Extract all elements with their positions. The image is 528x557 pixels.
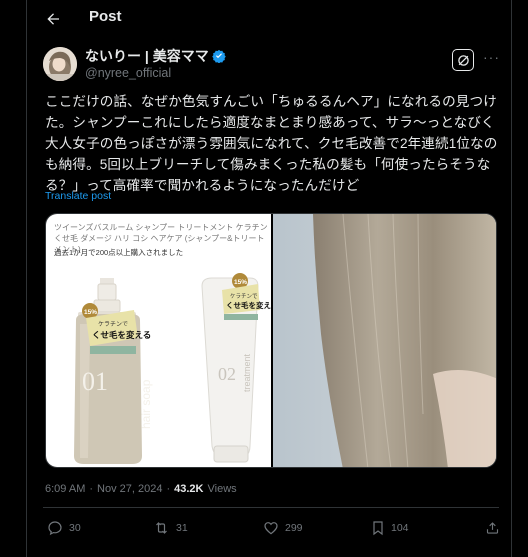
more-options-button[interactable]: ··· <box>483 50 499 68</box>
tube-vertical-label: treatment <box>242 353 252 392</box>
hair-photo-illustration <box>273 214 496 467</box>
divider <box>43 507 499 508</box>
tube-tag-2: くせ毛を変える <box>226 300 271 310</box>
grok-icon <box>457 54 469 66</box>
bookmark-count: 104 <box>391 522 409 534</box>
meta-separator: · <box>89 483 94 495</box>
bottle-number: 01 <box>82 367 108 396</box>
repost-count: 31 <box>176 522 188 534</box>
reply-icon <box>48 521 62 536</box>
action-bar: 30 31 299 104 <box>45 520 501 542</box>
bookmark-button[interactable]: 104 <box>371 520 409 536</box>
top-bar: Post <box>27 0 513 36</box>
post-text: ここだけの話、なぜか色気すんごい「ちゅるるんヘア」になれるの見つけた。シャンプー… <box>45 94 498 193</box>
back-button[interactable] <box>41 7 65 31</box>
bottle-vertical-label: hair soap <box>139 379 153 429</box>
post-time[interactable]: 6:09 AM <box>45 483 85 495</box>
views-count[interactable]: 43.2K <box>174 483 203 495</box>
arrow-left-icon <box>47 13 59 25</box>
tube-number: 02 <box>218 364 236 384</box>
verified-badge-icon <box>211 49 226 63</box>
avatar-photo <box>43 47 77 81</box>
like-count: 299 <box>285 522 303 534</box>
like-button[interactable]: 299 <box>263 520 303 536</box>
tube-tag-1: ケラチンで <box>230 293 258 300</box>
tube-badge: 15% <box>234 279 247 286</box>
translate-post-link[interactable]: Translate post <box>45 190 111 202</box>
reply-count: 30 <box>69 522 81 534</box>
shampoo-bottle-illustration: 01 hair soap 15% ケラチンで くせ毛を変える 02 treatm… <box>74 273 271 464</box>
share-button[interactable] <box>485 520 500 536</box>
product-image[interactable]: ツイーンズバスルーム シャンプー トリートメント ケラチン くせ毛 ダメージ ハ… <box>46 214 271 467</box>
repost-button[interactable]: 31 <box>153 520 188 536</box>
bottle-tag-2: くせ毛を変える <box>92 330 151 340</box>
bottle-badge: 15% <box>84 309 97 316</box>
ellipsis-icon: ··· <box>483 49 500 65</box>
reply-button[interactable]: 30 <box>47 520 81 536</box>
share-icon <box>486 522 499 534</box>
post-detail-column: Post ないりー | 美容ママ @nyree_official ··· ここだ… <box>26 0 512 557</box>
meta-separator: · <box>166 483 171 495</box>
bottle-tag-1: ケラチンで <box>98 321 128 328</box>
author-block: ないりー | 美容ママ @nyree_official <box>85 47 226 80</box>
author-name[interactable]: ないりー | 美容ママ <box>85 46 209 66</box>
repost-icon <box>156 522 167 534</box>
page-title: Post <box>89 8 122 25</box>
grok-button[interactable] <box>452 49 474 71</box>
post-meta: 6:09 AM · Nov 27, 2024 · 43.2K Views <box>45 483 237 495</box>
hair-photo[interactable] <box>273 214 496 467</box>
heart-icon <box>264 522 278 535</box>
post-date[interactable]: Nov 27, 2024 <box>97 483 162 495</box>
avatar[interactable] <box>43 47 77 81</box>
views-label: Views <box>207 483 237 495</box>
bookmark-icon <box>373 521 383 536</box>
media-grid: ツイーンズバスルーム シャンプー トリートメント ケラチン くせ毛 ダメージ ハ… <box>45 213 497 468</box>
author-handle[interactable]: @nyree_official <box>85 66 226 80</box>
